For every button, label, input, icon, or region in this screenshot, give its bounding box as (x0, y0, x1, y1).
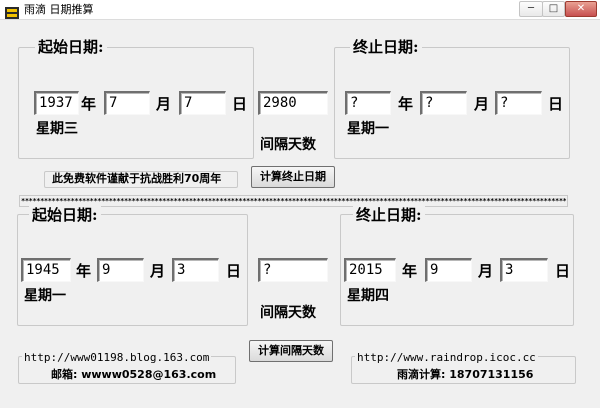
footer-left-url[interactable]: http://www01198.blog.163.com (22, 351, 212, 364)
app-icon (5, 4, 19, 19)
top-start-month-unit: 月 (156, 95, 172, 113)
bottom-start-label: 起始日期: (29, 206, 101, 224)
bottom-interval-label: 间隔天数 (260, 305, 316, 321)
bottom-end-month-input[interactable]: 9 (425, 258, 472, 282)
top-start-year-input[interactable]: 1937 (34, 91, 79, 115)
top-end-month-input[interactable]: ? (420, 91, 467, 115)
close-button[interactable]: ✕ (565, 1, 597, 17)
top-start-day-unit: 日 (232, 95, 248, 113)
bottom-start-weekday: 星期一 (24, 288, 66, 304)
top-end-month-unit: 月 (474, 95, 490, 113)
top-start-year-unit: 年 (81, 95, 97, 113)
window-title: 雨滴 日期推算 (24, 3, 94, 16)
dedication-text: 此免费软件谨献于抗战胜利70周年 (52, 172, 222, 185)
bottom-end-year-unit: 年 (402, 262, 418, 280)
footer-right-text: 雨滴计算: 18707131156 (397, 368, 534, 381)
bottom-start-year-input[interactable]: 1945 (21, 258, 71, 282)
bottom-start-day-input[interactable]: 3 (172, 258, 219, 282)
top-end-weekday: 星期一 (347, 121, 389, 137)
top-end-year-unit: 年 (398, 95, 414, 113)
top-interval-label: 间隔天数 (260, 137, 316, 153)
bottom-start-month-input[interactable]: 9 (97, 258, 144, 282)
top-start-label: 起始日期: (35, 38, 107, 56)
top-end-year-input[interactable]: ? (345, 91, 391, 115)
footer-right-url[interactable]: http://www.raindrop.icoc.cc (355, 351, 538, 364)
top-end-day-unit: 日 (548, 95, 564, 113)
minimize-button[interactable]: ─ (519, 1, 543, 17)
separator-stars: ****************************************… (21, 197, 566, 205)
maximize-button[interactable]: □ (542, 1, 565, 17)
bottom-end-label: 终止日期: (353, 206, 425, 224)
calc-interval-button[interactable]: 计算间隔天数 (249, 340, 333, 362)
bottom-start-day-unit: 日 (226, 262, 242, 280)
top-start-weekday: 星期三 (36, 121, 78, 137)
bottom-end-month-unit: 月 (478, 262, 494, 280)
bottom-end-weekday: 星期四 (347, 288, 389, 304)
top-start-day-input[interactable]: 7 (179, 91, 226, 115)
bottom-interval-input[interactable]: ? (258, 258, 328, 282)
calc-end-date-button[interactable]: 计算终止日期 (251, 166, 335, 188)
top-end-day-input[interactable]: ? (495, 91, 542, 115)
bottom-start-month-unit: 月 (150, 262, 166, 280)
footer-left-email: 邮箱: wwww0528@163.com (51, 368, 217, 381)
bottom-end-day-input[interactable]: 3 (500, 258, 548, 282)
bottom-end-year-input[interactable]: 2015 (344, 258, 396, 282)
top-interval-input[interactable]: 2980 (258, 91, 328, 115)
bottom-start-year-unit: 年 (76, 262, 92, 280)
top-end-label: 终止日期: (350, 38, 422, 56)
top-start-month-input[interactable]: 7 (104, 91, 150, 115)
bottom-end-day-unit: 日 (555, 262, 571, 280)
